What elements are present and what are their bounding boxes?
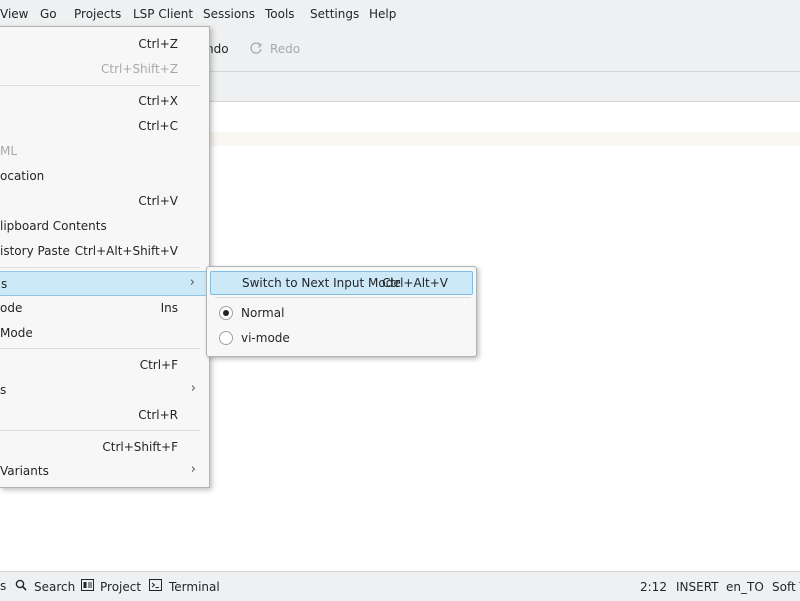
input-mode-normal[interactable]: Normal xyxy=(210,302,473,326)
word-wrap-indicator[interactable]: Soft T xyxy=(772,580,800,594)
input-modes-submenu: Switch to Next Input Mode Ctrl+Alt+V Nor… xyxy=(206,266,477,357)
redo-icon xyxy=(248,40,264,56)
project-icon xyxy=(81,579,94,594)
cursor-position[interactable]: 2:12 xyxy=(640,580,667,594)
menu-item-shortcut: Ctrl+R xyxy=(138,408,178,422)
project-panel-button[interactable]: Project xyxy=(100,580,141,594)
menu-item-shortcut: Ctrl+V xyxy=(138,194,178,208)
statusbar-fragment: s xyxy=(0,579,7,593)
menu-tools[interactable]: Tools xyxy=(265,7,295,21)
menu-item-label: ocation xyxy=(0,169,45,183)
menu-item-history-paste[interactable]: istory Paste Ctrl+Alt+Shift+V xyxy=(0,239,209,264)
menu-item-redo: Ctrl+Shift+Z xyxy=(0,57,209,82)
menu-item-find[interactable]: Ctrl+F xyxy=(0,353,209,378)
search-panel-button[interactable]: Search xyxy=(34,580,75,594)
chevron-right-icon: › xyxy=(190,381,196,396)
menu-item-shortcut: Ctrl+Shift+F xyxy=(102,440,178,454)
menu-sessions[interactable]: Sessions xyxy=(203,7,255,21)
menu-item-copy-location[interactable]: ocation xyxy=(0,164,209,189)
terminal-icon xyxy=(149,579,162,594)
menu-settings[interactable]: Settings xyxy=(310,7,359,21)
menu-item-cut[interactable]: Ctrl+X xyxy=(0,89,209,114)
radio-unchecked-icon xyxy=(219,331,233,345)
menu-item-overwrite-mode[interactable]: ode Ins xyxy=(0,296,209,321)
menu-lsp-client[interactable]: LSP Client xyxy=(133,7,193,21)
dictionary-indicator[interactable]: en_TO xyxy=(726,580,764,594)
menu-item-replace[interactable]: Ctrl+R xyxy=(0,403,209,428)
chevron-right-icon: › xyxy=(189,275,195,290)
menu-item-shortcut: Ctrl+Shift+Z xyxy=(101,62,178,76)
menu-separator xyxy=(0,430,200,431)
menu-item-label: Switch to Next Input Mode xyxy=(242,276,401,290)
menu-separator xyxy=(215,297,471,298)
menu-item-label: s xyxy=(0,383,7,397)
input-mode-vi[interactable]: vi-mode xyxy=(210,327,473,351)
menu-item-label: ode xyxy=(0,301,23,315)
menu-item-search-in-files[interactable]: Ctrl+Shift+F xyxy=(0,435,209,460)
menu-item-shortcut: Ctrl+X xyxy=(138,94,178,108)
menu-item-undo[interactable]: Ctrl+Z xyxy=(0,32,209,57)
edit-menu: Ctrl+Z Ctrl+Shift+Z Ctrl+X Ctrl+C ML oca… xyxy=(0,26,210,488)
menu-item-copy-html: ML xyxy=(0,139,209,164)
menu-item-shortcut: Ctrl+Alt+V xyxy=(382,276,448,290)
menu-item-shortcut: Ctrl+C xyxy=(138,119,178,133)
menu-item-variants[interactable]: Variants › xyxy=(0,459,209,484)
terminal-panel-button[interactable]: Terminal xyxy=(169,580,220,594)
menu-item-input-modes[interactable]: s › xyxy=(0,271,209,296)
menu-item-label: istory Paste xyxy=(0,244,70,258)
menu-item-label: Mode xyxy=(0,326,33,340)
menu-help[interactable]: Help xyxy=(369,7,396,21)
search-icon xyxy=(15,579,27,594)
menu-item-label: ML xyxy=(0,144,18,158)
menu-view[interactable]: View xyxy=(0,7,28,21)
menu-item-label: s xyxy=(1,277,8,291)
menu-item-label: Normal xyxy=(241,306,285,320)
menu-item-shortcut: Ctrl+F xyxy=(139,358,178,372)
menu-item-label: lipboard Contents xyxy=(0,219,107,233)
menu-go[interactable]: Go xyxy=(40,7,57,21)
chevron-right-icon: › xyxy=(190,462,196,477)
menu-item-shortcut: Ctrl+Alt+Shift+V xyxy=(74,244,178,258)
menu-item-label: vi-mode xyxy=(241,331,290,345)
menu-item-shortcut: Ctrl+Z xyxy=(138,37,178,51)
menu-separator xyxy=(0,348,200,349)
menu-item-find-variants[interactable]: s › xyxy=(0,378,209,403)
menu-item-block-selection-mode[interactable]: Mode xyxy=(0,321,209,346)
menu-separator xyxy=(0,85,200,86)
menu-item-paste[interactable]: Ctrl+V xyxy=(0,189,209,214)
input-mode-indicator[interactable]: INSERT xyxy=(676,580,719,594)
menubar: View Go Projects LSP Client Sessions Too… xyxy=(0,0,800,28)
radio-checked-icon xyxy=(219,306,233,320)
menu-item-shortcut: Ins xyxy=(160,301,178,315)
redo-button[interactable]: Redo xyxy=(270,42,300,56)
menu-item-label: Variants xyxy=(0,464,49,478)
statusbar: s Search Project Terminal 2:12 INSERT en… xyxy=(0,571,800,601)
menu-item-copy[interactable]: Ctrl+C xyxy=(0,114,209,139)
menu-separator xyxy=(0,267,200,268)
switch-input-mode-item[interactable]: Switch to Next Input Mode Ctrl+Alt+V xyxy=(210,271,473,295)
menu-item-clipboard-contents[interactable]: lipboard Contents xyxy=(0,214,209,239)
menu-projects[interactable]: Projects xyxy=(74,7,121,21)
